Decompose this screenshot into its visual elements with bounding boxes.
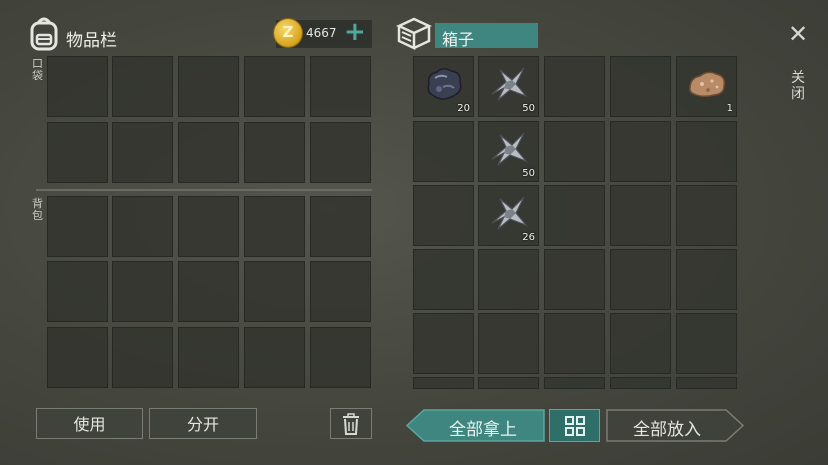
container-slot-coal-ore[interactable]: 20 (413, 56, 474, 117)
inventory-slot[interactable] (610, 56, 671, 117)
inventory-slot[interactable] (310, 196, 371, 257)
inventory-slot[interactable] (310, 261, 371, 322)
inventory-slot[interactable] (610, 377, 671, 389)
inventory-slot[interactable] (544, 377, 605, 389)
put-all-label: 全部放入 (633, 420, 701, 440)
backpack-label: 背包 (32, 197, 43, 222)
inventory-slot[interactable] (478, 249, 539, 310)
inventory-slot[interactable] (112, 196, 173, 257)
section-divider (36, 189, 372, 191)
inventory-slot[interactable] (112, 56, 173, 117)
inventory-slot[interactable] (413, 185, 474, 246)
backpack-icon (28, 15, 60, 51)
split-button[interactable]: 分开 (149, 408, 257, 439)
add-currency-button[interactable]: + (344, 17, 366, 47)
close-label: 关闭 (791, 70, 805, 102)
item-count: 50 (522, 103, 535, 114)
trash-icon (343, 413, 359, 435)
currency-amount: 4667 (306, 26, 337, 40)
inventory-slot[interactable] (47, 56, 108, 117)
inventory-slot[interactable] (478, 377, 539, 389)
inventory-slot[interactable] (610, 185, 671, 246)
inventory-slot[interactable] (610, 249, 671, 310)
inventory-slot[interactable] (413, 377, 474, 389)
inventory-slot[interactable] (478, 313, 539, 374)
inventory-slot[interactable] (47, 261, 108, 322)
use-button[interactable]: 使用 (36, 408, 143, 439)
metal-shard-icon (491, 132, 528, 166)
coin-icon: Z (274, 19, 302, 47)
container-title: 箱子 (442, 30, 475, 49)
item-count: 50 (522, 168, 535, 179)
take-all-button[interactable]: 全部拿上 (406, 409, 545, 442)
container-slot-metal-shard[interactable]: 50 (478, 121, 539, 182)
metal-shard-icon (491, 67, 528, 101)
coal-ore-icon (427, 68, 462, 100)
inventory-slot[interactable] (544, 185, 605, 246)
inventory-slot[interactable] (178, 56, 239, 117)
inventory-slot[interactable] (676, 313, 737, 374)
inventory-slot[interactable] (178, 196, 239, 257)
grid-toggle-button[interactable] (549, 409, 600, 442)
inventory-slot[interactable] (310, 327, 371, 388)
box-icon (396, 16, 432, 50)
inventory-slot[interactable] (112, 327, 173, 388)
inventory-slot[interactable] (310, 56, 371, 117)
container-slot-metal-shard[interactable]: 26 (478, 185, 539, 246)
close-button[interactable]: ✕ 关闭 (784, 20, 812, 104)
inventory-slot[interactable] (544, 56, 605, 117)
inventory-slot[interactable] (112, 261, 173, 322)
inventory-slot[interactable] (413, 249, 474, 310)
inventory-slot[interactable] (47, 122, 108, 183)
inventory-slot[interactable] (244, 261, 305, 322)
trash-button[interactable] (330, 408, 372, 439)
inventory-slot[interactable] (178, 122, 239, 183)
inventory-slot[interactable] (47, 327, 108, 388)
item-count: 1 (726, 103, 733, 114)
inventory-slot[interactable] (676, 121, 737, 182)
item-count: 26 (522, 232, 535, 243)
inventory-slot[interactable] (310, 122, 371, 183)
inventory-slot[interactable] (544, 313, 605, 374)
put-all-button[interactable]: 全部放入 (606, 409, 744, 442)
close-icon: ✕ (787, 20, 809, 48)
inventory-slot[interactable] (610, 121, 671, 182)
inventory-title: 物品栏 (66, 31, 117, 51)
inventory-slot[interactable] (178, 327, 239, 388)
inventory-slot[interactable] (47, 196, 108, 257)
inventory-slot[interactable] (244, 196, 305, 257)
container-slot-metal-shard[interactable]: 50 (478, 56, 539, 117)
container-slot-copper-ore[interactable]: 1 (676, 56, 737, 117)
metal-shard-icon (491, 196, 528, 230)
grid-icon (565, 416, 585, 436)
inventory-slot[interactable] (244, 327, 305, 388)
inventory-slot[interactable] (178, 261, 239, 322)
inventory-slot[interactable] (676, 185, 737, 246)
inventory-slot[interactable] (676, 377, 737, 389)
inventory-slot[interactable] (413, 121, 474, 182)
container-title-bar[interactable]: 箱子 (435, 23, 538, 49)
pockets-label: 口袋 (32, 57, 43, 82)
inventory-slot[interactable] (244, 122, 305, 183)
copper-ore-icon (689, 71, 726, 98)
item-count: 20 (457, 103, 470, 114)
inventory-slot[interactable] (610, 313, 671, 374)
inventory-slot[interactable] (112, 122, 173, 183)
inventory-slot[interactable] (413, 313, 474, 374)
inventory-slot[interactable] (676, 249, 737, 310)
inventory-slot[interactable] (244, 56, 305, 117)
take-all-label: 全部拿上 (449, 420, 517, 440)
inventory-slot[interactable] (544, 121, 605, 182)
inventory-slot[interactable] (544, 249, 605, 310)
